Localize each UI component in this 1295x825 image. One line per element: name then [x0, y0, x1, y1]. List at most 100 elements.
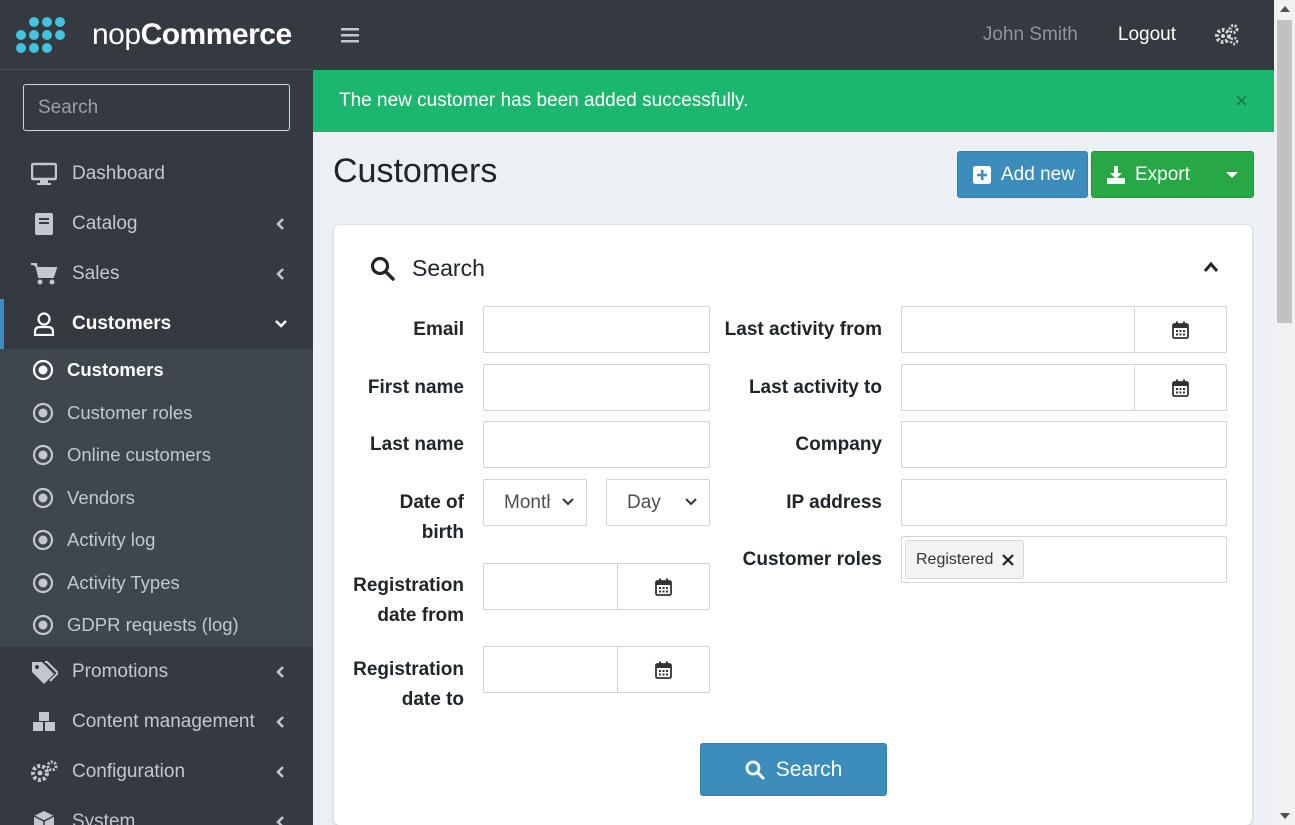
scroll-down-arrow-icon[interactable]: [1280, 813, 1290, 819]
registration-date-from-label: Registration date from: [353, 575, 464, 626]
page-title: Customers: [333, 152, 498, 190]
registration-date-to-field[interactable]: [483, 646, 710, 693]
email-field[interactable]: [483, 306, 710, 353]
calendar-icon: [655, 661, 672, 679]
calendar-icon: [1172, 379, 1189, 397]
circle-dot-icon: [32, 360, 54, 381]
settings-gears-icon[interactable]: [1214, 23, 1240, 47]
cubes-icon: [30, 708, 58, 736]
hamburger-menu-icon[interactable]: [341, 27, 359, 43]
chevron-down-icon: [275, 320, 287, 328]
sidebar-item-system[interactable]: System: [0, 797, 313, 825]
registration-to-calendar-button[interactable]: [617, 647, 709, 692]
sidebar-item-catalog[interactable]: Catalog: [0, 199, 313, 249]
date-of-birth-label: Date of birth: [399, 492, 464, 543]
brand-logo[interactable]: nopCommerce: [0, 0, 313, 70]
cart-icon: [30, 260, 58, 288]
page-scrollbar[interactable]: [1274, 0, 1295, 825]
sidebar-search: [23, 84, 290, 131]
birth-month-select[interactable]: Month: [483, 479, 587, 526]
sidebar-item-dashboard[interactable]: Dashboard: [0, 149, 313, 199]
user-icon: [30, 310, 58, 338]
last-activity-to-field[interactable]: [901, 364, 1227, 411]
chevron-down-icon: [685, 498, 697, 506]
chevron-left-icon: [276, 218, 284, 230]
circle-dot-icon: [32, 402, 54, 423]
last-activity-from-calendar-button[interactable]: [1134, 307, 1226, 352]
submenu-item-gdpr-requests[interactable]: GDPR requests (log): [0, 604, 313, 647]
submenu-item-vendors[interactable]: Vendors: [0, 477, 313, 520]
chevron-left-icon: [276, 765, 284, 778]
first-name-label: First name: [367, 377, 464, 398]
search-button[interactable]: Search: [700, 743, 887, 796]
chevron-left-icon: [276, 815, 284, 825]
sidebar-search-input[interactable]: [38, 96, 283, 119]
circle-dot-icon: [32, 572, 54, 593]
chevron-up-icon[interactable]: [1203, 261, 1219, 273]
chevron-left-icon: [276, 715, 284, 728]
alert-close-button[interactable]: ×: [1235, 90, 1248, 112]
circle-dot-icon: [32, 530, 54, 551]
add-new-button[interactable]: Add new: [957, 151, 1088, 198]
registration-date-from-field[interactable]: [483, 563, 710, 610]
customer-roles-label: Customer roles: [742, 549, 882, 570]
current-user-link[interactable]: John Smith: [983, 24, 1078, 46]
sidebar-nav: Dashboard Catalog Sales Customers Custom…: [0, 149, 313, 825]
last-activity-from-field[interactable]: [901, 306, 1227, 353]
sidebar-item-configuration[interactable]: Configuration: [0, 747, 313, 797]
sidebar-item-customers[interactable]: Customers: [0, 299, 313, 349]
sidebar-item-content-management[interactable]: Content management: [0, 697, 313, 747]
caret-down-icon: [1226, 171, 1238, 178]
book-icon: [30, 210, 58, 238]
top-header: John Smith Logout: [313, 0, 1274, 70]
first-name-field[interactable]: [483, 364, 710, 411]
calendar-icon: [655, 578, 672, 596]
submenu-item-online-customers[interactable]: Online customers: [0, 434, 313, 477]
submenu-item-customer-roles[interactable]: Customer roles: [0, 392, 313, 435]
sidebar-item-sales[interactable]: Sales: [0, 249, 313, 299]
export-dropdown-toggle[interactable]: [1211, 152, 1253, 197]
plus-square-icon: [973, 165, 991, 184]
remove-tag-icon[interactable]: [1001, 553, 1015, 567]
cube-icon: [30, 808, 58, 825]
monitor-icon: [30, 160, 58, 188]
ip-address-label: IP address: [786, 492, 882, 513]
registration-from-calendar-button[interactable]: [617, 564, 709, 609]
circle-dot-icon: [32, 615, 54, 636]
scroll-up-arrow-icon[interactable]: [1280, 6, 1290, 12]
alert-message: The new customer has been added successf…: [339, 90, 749, 111]
circle-dot-icon: [32, 487, 54, 508]
company-field[interactable]: [901, 421, 1227, 468]
customer-roles-multiselect[interactable]: Registered: [901, 536, 1227, 583]
email-label: Email: [413, 319, 464, 340]
success-alert: The new customer has been added successf…: [313, 70, 1274, 132]
search-icon: [745, 760, 765, 779]
circle-dot-icon: [32, 445, 54, 466]
search-panel-header[interactable]: Search: [370, 255, 485, 282]
chevron-left-icon: [276, 665, 284, 678]
customers-submenu: Customers Customer roles Online customer…: [0, 349, 313, 647]
last-name-field[interactable]: [483, 421, 710, 468]
registration-date-to-label: Registration date to: [353, 659, 464, 710]
submenu-item-activity-log[interactable]: Activity log: [0, 519, 313, 562]
last-name-label: Last name: [370, 434, 464, 455]
role-tag-registered: Registered: [905, 540, 1025, 579]
chevron-down-icon: [562, 498, 574, 506]
last-activity-to-label: Last activity to: [748, 377, 882, 398]
birth-day-select[interactable]: Day: [606, 479, 710, 526]
calendar-icon: [1172, 321, 1189, 339]
logo-icon: [16, 16, 80, 53]
ip-address-field[interactable]: [901, 479, 1227, 526]
submenu-item-activity-types[interactable]: Activity Types: [0, 562, 313, 605]
gears-icon: [30, 758, 58, 786]
scrollbar-thumb[interactable]: [1277, 20, 1292, 323]
submenu-item-customers[interactable]: Customers: [0, 349, 313, 392]
last-activity-to-calendar-button[interactable]: [1134, 365, 1226, 410]
export-button[interactable]: Export: [1091, 151, 1254, 198]
logout-link[interactable]: Logout: [1118, 24, 1176, 46]
company-label: Company: [795, 434, 882, 455]
sidebar-item-promotions[interactable]: Promotions: [0, 647, 313, 697]
last-activity-from-label: Last activity from: [724, 319, 882, 340]
tags-icon: [30, 658, 58, 686]
brand-name: nopCommerce: [92, 17, 292, 51]
